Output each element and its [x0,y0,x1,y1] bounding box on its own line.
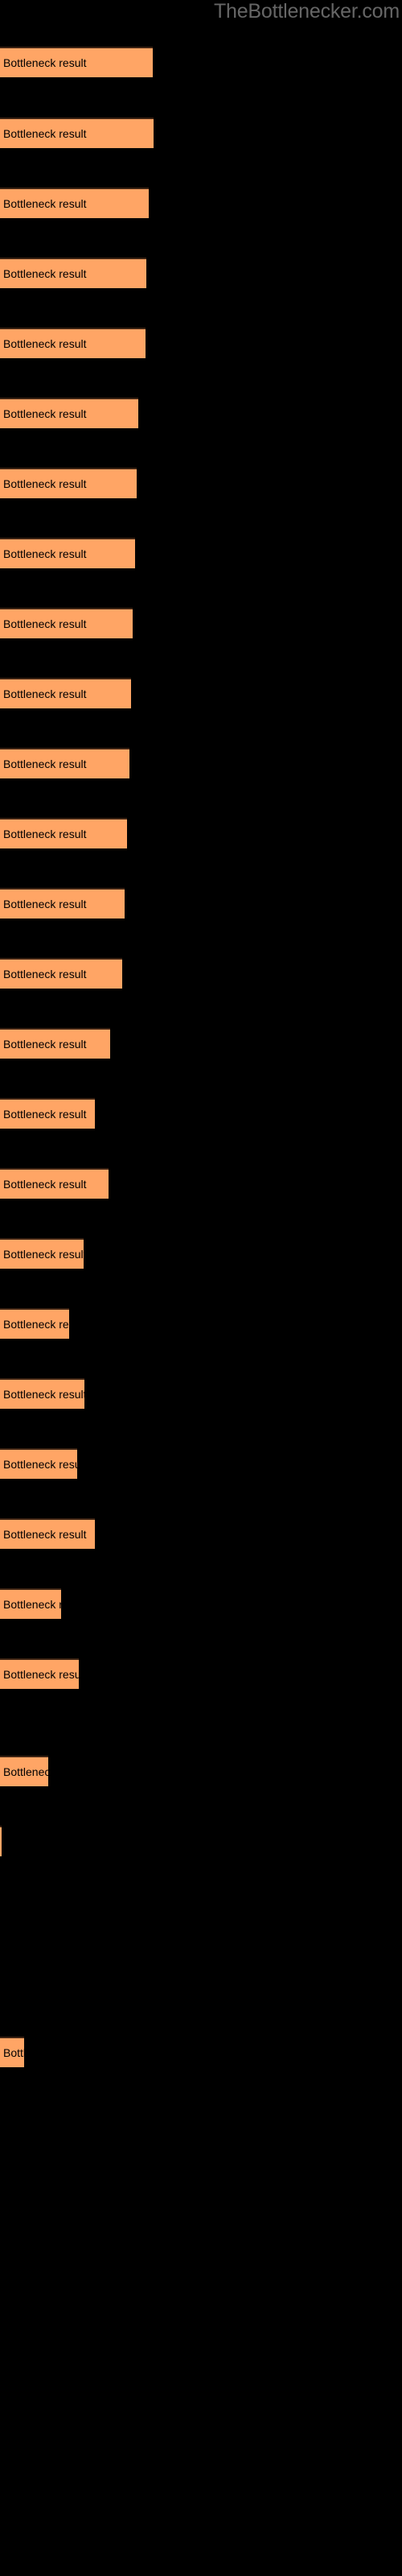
bar-row[interactable]: Bottleneck result [0,118,154,148]
bar-label: Bottleneck result [3,758,87,770]
bar-row[interactable]: Bottleneck result [0,818,127,848]
bar-row[interactable]: Bottleneck result [0,258,146,288]
bar-row[interactable]: Bottleneck result [0,328,146,358]
bar-label: Bottleneck result [3,2046,24,2059]
bar-row[interactable]: Bottleneck result [0,1308,69,1339]
bar-label: Bottleneck result [3,828,87,840]
bar-label: Bottleneck result [3,267,87,280]
bar-label: Bottleneck result [3,56,87,69]
bar-label: Bottleneck result [3,1668,79,1681]
bar-row[interactable]: Bottleneck result [0,1658,79,1689]
bar-label: Bottleneck result [3,1108,87,1121]
bar-row[interactable]: Bottleneck result [0,1448,77,1479]
bar-label: Bottleneck result [3,1765,48,1778]
bar-label: Bottleneck result [3,1038,87,1051]
bar-label: Bottleneck result [3,197,87,210]
bar-label: Bottleneck result [3,547,87,560]
bar-label: Bottleneck result [3,477,87,490]
bar-label: Bottleneck result [3,1178,87,1191]
bar-row[interactable]: Bottleneck result [0,1028,110,1059]
bar-label: Bottleneck result [3,1388,84,1401]
bar-row[interactable]: Bottleneck result [0,1588,61,1619]
bar-label: Bottleneck result [3,1528,87,1541]
bar-row[interactable]: Bottleneck result [0,608,133,638]
bar-row[interactable]: Bottleneck result [0,678,131,708]
bar-label: Bottleneck result [3,687,87,700]
bar-row[interactable]: Bottleneck result [0,1518,95,1549]
bar-row[interactable]: Bottleneck result [0,538,135,568]
bar-row[interactable]: Bottleneck result [0,1826,2,1856]
bar-label: Bottleneck result [3,1248,84,1261]
bar-label: Bottleneck result [3,617,87,630]
bottleneck-bar-chart: TheBottlenecker.com Bottleneck result Bot… [0,0,402,2576]
bar-row[interactable]: Bottleneck result [0,398,138,428]
bar-label: Bottleneck result [3,337,87,350]
bar-row[interactable]: Bottleneck result [0,188,149,218]
bar-row[interactable]: Bottleneck result [0,1098,95,1129]
bar-label: Bottleneck result [3,898,87,910]
bars-layer: Bottleneck result Bottleneck result Bottle… [0,0,402,2576]
bar-row[interactable]: Bottleneck result [0,2037,24,2067]
bar-label: Bottleneck result [3,127,87,140]
bar-row[interactable]: Bottleneck result [0,1168,109,1199]
bar-row[interactable]: Bottleneck result [0,958,122,989]
bar-row[interactable]: Bottleneck result [0,468,137,498]
bar-row[interactable]: Bottleneck result [0,888,125,919]
bar-label: Bottleneck result [3,1318,69,1331]
bar-row[interactable]: Bottleneck result [0,1378,84,1409]
bar-label: Bottleneck result [3,1598,61,1611]
bar-label: Bottleneck result [3,1458,77,1471]
bar-label: Bottleneck result [3,407,87,420]
bar-row[interactable]: Bottleneck result [0,748,129,778]
bar-label: Bottleneck result [3,968,87,980]
bar-row[interactable]: Bottleneck result [0,1238,84,1269]
bar-row[interactable]: Bottleneck result [0,47,153,77]
bar-row[interactable]: Bottleneck result [0,1756,48,1786]
